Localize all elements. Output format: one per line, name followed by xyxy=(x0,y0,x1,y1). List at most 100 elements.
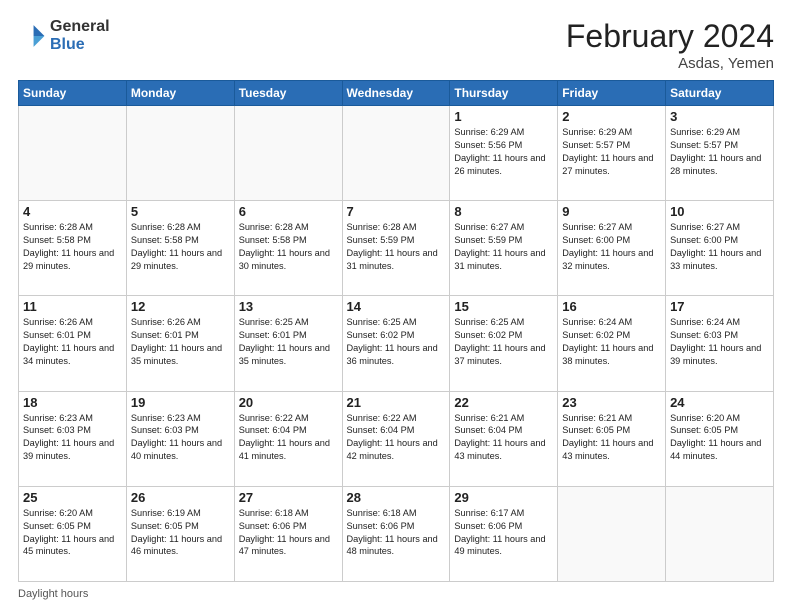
day-info: Sunrise: 6:29 AM Sunset: 5:57 PM Dayligh… xyxy=(562,126,661,178)
day-number: 12 xyxy=(131,299,230,314)
day-info: Sunrise: 6:27 AM Sunset: 6:00 PM Dayligh… xyxy=(670,221,769,273)
calendar-cell: 9 Sunrise: 6:27 AM Sunset: 6:00 PM Daylig… xyxy=(558,201,666,296)
weekday-header-thursday: Thursday xyxy=(450,81,558,106)
calendar-cell: 28 Sunrise: 6:18 AM Sunset: 6:06 PM Dayli… xyxy=(342,486,450,581)
calendar-cell: 8 Sunrise: 6:27 AM Sunset: 5:59 PM Daylig… xyxy=(450,201,558,296)
calendar-cell: 22 Sunrise: 6:21 AM Sunset: 6:04 PM Dayli… xyxy=(450,391,558,486)
day-info: Sunrise: 6:23 AM Sunset: 6:03 PM Dayligh… xyxy=(131,412,230,464)
weekday-header-tuesday: Tuesday xyxy=(234,81,342,106)
calendar-cell: 17 Sunrise: 6:24 AM Sunset: 6:03 PM Dayli… xyxy=(666,296,774,391)
header: General Blue February 2024 Asdas, Yemen xyxy=(18,18,774,72)
day-number: 23 xyxy=(562,395,661,410)
day-info: Sunrise: 6:21 AM Sunset: 6:04 PM Dayligh… xyxy=(454,412,553,464)
day-info: Sunrise: 6:28 AM Sunset: 5:59 PM Dayligh… xyxy=(347,221,446,273)
calendar-cell xyxy=(234,106,342,201)
day-info: Sunrise: 6:17 AM Sunset: 6:06 PM Dayligh… xyxy=(454,507,553,559)
day-number: 22 xyxy=(454,395,553,410)
day-info: Sunrise: 6:19 AM Sunset: 6:05 PM Dayligh… xyxy=(131,507,230,559)
day-number: 7 xyxy=(347,204,446,219)
day-number: 19 xyxy=(131,395,230,410)
day-info: Sunrise: 6:26 AM Sunset: 6:01 PM Dayligh… xyxy=(23,316,122,368)
week-row-0: 1 Sunrise: 6:29 AM Sunset: 5:56 PM Daylig… xyxy=(19,106,774,201)
day-info: Sunrise: 6:18 AM Sunset: 6:06 PM Dayligh… xyxy=(347,507,446,559)
day-info: Sunrise: 6:22 AM Sunset: 6:04 PM Dayligh… xyxy=(347,412,446,464)
day-number: 21 xyxy=(347,395,446,410)
day-number: 26 xyxy=(131,490,230,505)
calendar-cell: 7 Sunrise: 6:28 AM Sunset: 5:59 PM Daylig… xyxy=(342,201,450,296)
calendar-cell xyxy=(666,486,774,581)
calendar-cell xyxy=(558,486,666,581)
day-number: 4 xyxy=(23,204,122,219)
calendar-cell xyxy=(342,106,450,201)
week-row-2: 11 Sunrise: 6:26 AM Sunset: 6:01 PM Dayli… xyxy=(19,296,774,391)
calendar-cell: 21 Sunrise: 6:22 AM Sunset: 6:04 PM Dayli… xyxy=(342,391,450,486)
day-number: 9 xyxy=(562,204,661,219)
day-info: Sunrise: 6:20 AM Sunset: 6:05 PM Dayligh… xyxy=(23,507,122,559)
week-row-3: 18 Sunrise: 6:23 AM Sunset: 6:03 PM Dayli… xyxy=(19,391,774,486)
weekday-header-sunday: Sunday xyxy=(19,81,127,106)
calendar-cell: 26 Sunrise: 6:19 AM Sunset: 6:05 PM Dayli… xyxy=(126,486,234,581)
calendar-cell: 4 Sunrise: 6:28 AM Sunset: 5:58 PM Daylig… xyxy=(19,201,127,296)
day-info: Sunrise: 6:27 AM Sunset: 6:00 PM Dayligh… xyxy=(562,221,661,273)
day-number: 18 xyxy=(23,395,122,410)
weekday-header-saturday: Saturday xyxy=(666,81,774,106)
footer: Daylight hours xyxy=(18,588,774,600)
weekday-header-wednesday: Wednesday xyxy=(342,81,450,106)
day-info: Sunrise: 6:22 AM Sunset: 6:04 PM Dayligh… xyxy=(239,412,338,464)
day-info: Sunrise: 6:29 AM Sunset: 5:57 PM Dayligh… xyxy=(670,126,769,178)
day-info: Sunrise: 6:24 AM Sunset: 6:03 PM Dayligh… xyxy=(670,316,769,368)
calendar-cell: 13Sunrise: 6:25 AM Sunset: 6:01 PM Dayli… xyxy=(234,296,342,391)
day-info: Sunrise: 6:25 AM Sunset: 6:01 PM Dayligh… xyxy=(239,316,338,368)
day-info: Sunrise: 6:28 AM Sunset: 5:58 PM Dayligh… xyxy=(23,221,122,273)
day-info: Sunrise: 6:25 AM Sunset: 6:02 PM Dayligh… xyxy=(347,316,446,368)
day-info: Sunrise: 6:24 AM Sunset: 6:02 PM Dayligh… xyxy=(562,316,661,368)
logo-general: General xyxy=(50,18,110,36)
logo-blue: Blue xyxy=(50,36,110,54)
logo: General Blue xyxy=(18,18,110,53)
calendar-cell: 23 Sunrise: 6:21 AM Sunset: 6:05 PM Dayli… xyxy=(558,391,666,486)
day-number: 1 xyxy=(454,109,553,124)
day-info: Sunrise: 6:29 AM Sunset: 5:56 PM Dayligh… xyxy=(454,126,553,178)
calendar-cell xyxy=(126,106,234,201)
calendar-cell: 11 Sunrise: 6:26 AM Sunset: 6:01 PM Dayli… xyxy=(19,296,127,391)
weekday-header-row: SundayMondayTuesdayWednesdayThursdayFrid… xyxy=(19,81,774,106)
day-number: 29 xyxy=(454,490,553,505)
day-info: Sunrise: 6:18 AM Sunset: 6:06 PM Dayligh… xyxy=(239,507,338,559)
day-number: 15 xyxy=(454,299,553,314)
calendar-cell: 27Sunrise: 6:18 AM Sunset: 6:06 PM Dayli… xyxy=(234,486,342,581)
calendar-cell: 19 Sunrise: 6:23 AM Sunset: 6:03 PM Dayli… xyxy=(126,391,234,486)
calendar-cell: 18Sunrise: 6:23 AM Sunset: 6:03 PM Dayli… xyxy=(19,391,127,486)
day-number: 6 xyxy=(239,204,338,219)
day-number: 8 xyxy=(454,204,553,219)
day-number: 2 xyxy=(562,109,661,124)
calendar-cell: 16Sunrise: 6:24 AM Sunset: 6:02 PM Dayli… xyxy=(558,296,666,391)
location: Asdas, Yemen xyxy=(566,55,774,72)
day-info: Sunrise: 6:28 AM Sunset: 5:58 PM Dayligh… xyxy=(239,221,338,273)
day-info: Sunrise: 6:27 AM Sunset: 5:59 PM Dayligh… xyxy=(454,221,553,273)
day-info: Sunrise: 6:21 AM Sunset: 6:05 PM Dayligh… xyxy=(562,412,661,464)
calendar-cell: 5Sunrise: 6:28 AM Sunset: 5:58 PM Daylig… xyxy=(126,201,234,296)
week-row-1: 4 Sunrise: 6:28 AM Sunset: 5:58 PM Daylig… xyxy=(19,201,774,296)
day-info: Sunrise: 6:25 AM Sunset: 6:02 PM Dayligh… xyxy=(454,316,553,368)
calendar-cell: 24Sunrise: 6:20 AM Sunset: 6:05 PM Dayli… xyxy=(666,391,774,486)
day-number: 11 xyxy=(23,299,122,314)
day-number: 17 xyxy=(670,299,769,314)
calendar-cell: 10Sunrise: 6:27 AM Sunset: 6:00 PM Dayli… xyxy=(666,201,774,296)
calendar-cell: 20Sunrise: 6:22 AM Sunset: 6:04 PM Dayli… xyxy=(234,391,342,486)
logo-text: General Blue xyxy=(50,18,110,53)
day-number: 25 xyxy=(23,490,122,505)
day-info: Sunrise: 6:26 AM Sunset: 6:01 PM Dayligh… xyxy=(131,316,230,368)
week-row-4: 25 Sunrise: 6:20 AM Sunset: 6:05 PM Dayli… xyxy=(19,486,774,581)
calendar-cell: 12 Sunrise: 6:26 AM Sunset: 6:01 PM Dayli… xyxy=(126,296,234,391)
weekday-header-friday: Friday xyxy=(558,81,666,106)
calendar-cell: 2 Sunrise: 6:29 AM Sunset: 5:57 PM Daylig… xyxy=(558,106,666,201)
day-number: 28 xyxy=(347,490,446,505)
calendar-cell: 25 Sunrise: 6:20 AM Sunset: 6:05 PM Dayli… xyxy=(19,486,127,581)
daylight-label: Daylight hours xyxy=(18,588,88,600)
calendar-cell xyxy=(19,106,127,201)
day-info: Sunrise: 6:20 AM Sunset: 6:05 PM Dayligh… xyxy=(670,412,769,464)
day-number: 14 xyxy=(347,299,446,314)
month-title: February 2024 xyxy=(566,18,774,55)
logo-icon xyxy=(18,22,46,50)
calendar-table: SundayMondayTuesdayWednesdayThursdayFrid… xyxy=(18,80,774,582)
